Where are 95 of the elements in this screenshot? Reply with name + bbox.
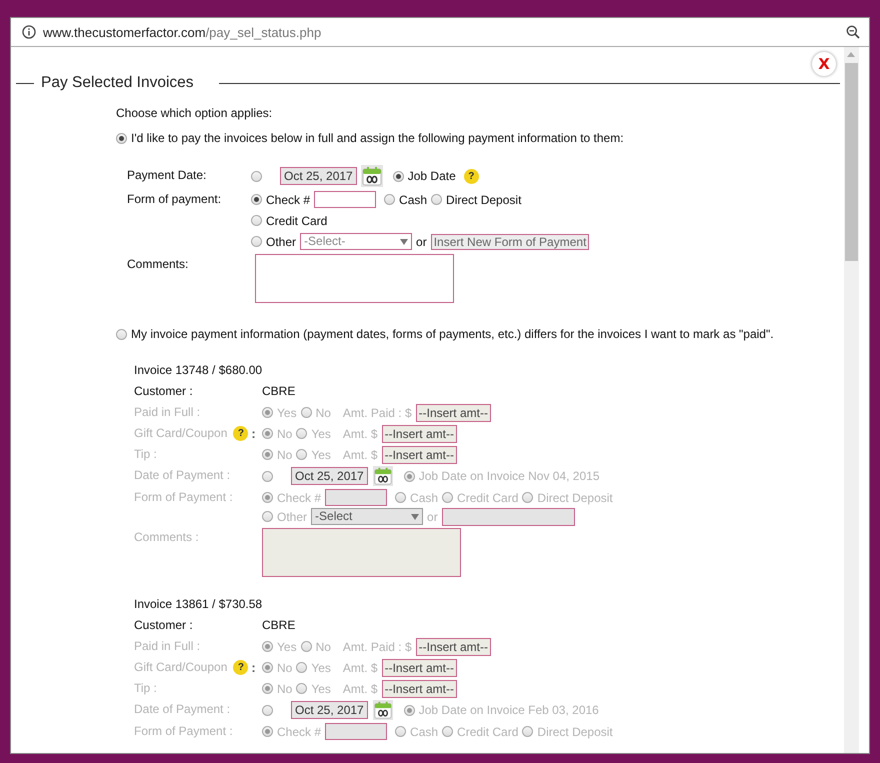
field-label: Customer : [134,383,194,400]
comments-field[interactable] [255,254,454,303]
option-label: Cash [410,724,438,738]
field-label: Customer : [134,617,194,634]
field-label: Paid in Full : [134,638,200,655]
new-payment-field[interactable]: Insert New Form of Payment [430,234,590,250]
comments-field[interactable] [262,528,461,577]
amount-label: Amt. $ [342,426,378,440]
option-label: Job Date [408,169,456,183]
calendar-icon[interactable] [360,165,383,187]
new-payment-field[interactable] [442,508,575,526]
option-label: Direct Deposit [537,724,613,738]
amount-label: Amt. $ [342,660,378,674]
check-number-field[interactable] [314,191,376,208]
field-label: Paid in Full : [134,404,200,421]
colon-text: : [251,425,256,443]
field-label: Comments: [127,256,190,273]
field-label: Payment Date: [127,167,208,184]
radio-button[interactable] [251,215,262,226]
calendar-icon[interactable] [372,700,394,720]
check-number-field[interactable] [325,489,388,506]
zoom-icon[interactable] [846,25,860,39]
option-label: Direct Deposit [446,192,522,206]
option-label: Credit Card [457,490,518,504]
field-label: Form of payment: [127,191,222,208]
option-label: Check # [277,724,322,738]
or-text: or [427,510,438,524]
option-label: Direct Deposit [537,490,613,504]
option-label: Yes [311,660,331,674]
radio-button[interactable] [251,194,262,205]
radio-button[interactable] [251,236,262,247]
field-label: Comments : [134,529,200,546]
option-label: Yes [277,640,297,654]
option-label: Yes [277,406,297,420]
option-label: No [316,640,331,654]
option-label: Credit Card [266,214,328,228]
caret-icon [400,238,408,244]
option-label: Yes [311,682,331,696]
amount-label: Amt. Paid : $ [342,640,412,654]
invoice-title: Invoice 13748 / $680.00 [134,363,264,377]
date-field[interactable]: Oct 25, 2017 [280,167,357,185]
option-label: Job Date on Invoice Feb 03, 2016 [418,703,599,717]
info-icon[interactable] [22,25,36,39]
scrollbar-thumb[interactable] [845,63,858,261]
option-label: Yes [311,426,331,440]
option-label: No [277,660,292,674]
prompt-text: Choose which option applies: [116,106,274,120]
field-label: Tip : [134,680,157,697]
scroll-up-icon[interactable] [847,52,855,57]
option-label: No [316,406,331,420]
option-label: Yes [311,448,331,462]
option-label: Check # [266,192,310,206]
colon-text: : [251,659,256,677]
option-label: Check # [277,490,322,504]
url-text: www.thecustomerfactor.com/pay_sel_status.php [43,24,322,40]
customer-name: CBRE [262,617,296,634]
payment-select[interactable]: -Select- [300,233,412,250]
dialog-title: Pay Selected Invoices [41,74,194,92]
field-label: Gift Card/Coupon [134,425,228,442]
option-label: Cash [399,192,428,206]
field-label: Form of Payment : [134,723,234,740]
option-label: Cash [410,490,438,504]
customer-name: CBRE [262,383,296,400]
radio-button[interactable] [384,194,396,205]
option-label: Other [266,234,296,248]
radio-button[interactable] [116,328,127,340]
address-bar[interactable]: www.thecustomerfactor.com/pay_sel_status.php [11,18,869,47]
option-label: No [277,682,292,696]
field-label: Gift Card/Coupon [134,659,228,676]
option-label: My invoice payment information (payment dates, forms of payments, etc.) differs for the invoices I want to mark as "paid". [131,327,774,341]
amount-label: Amt. $ [342,448,378,462]
radio-button[interactable] [251,170,262,182]
option-label: No [277,448,292,462]
amount-label: Amt. $ [342,682,378,696]
option-label: Credit Card [457,724,518,738]
field-label: Date of Payment : [134,467,232,484]
field-label: Tip : [134,446,157,463]
close-button[interactable]: X [812,52,836,76]
caret-icon [411,514,420,520]
radio-button[interactable] [431,194,442,205]
or-text: or [416,234,427,248]
field-label: Date of Payment : [134,701,232,718]
check-number-field[interactable] [325,723,388,740]
radio-button[interactable] [116,132,127,144]
option-label: Other [277,510,308,524]
option-label: No [277,426,292,440]
option-label: Job Date on Invoice Nov 04, 2015 [418,469,600,483]
invoice-title: Invoice 13861 / $730.58 [134,597,264,611]
amount-label: Amt. Paid : $ [342,406,412,420]
radio-button[interactable] [392,170,404,182]
option-label: I'd like to pay the invoices below in full and assign the following payment information to them: [131,131,624,145]
calendar-icon[interactable] [372,466,394,486]
scrollbar[interactable] [844,47,859,753]
help-icon[interactable]: ? [464,168,479,184]
field-label: Form of Payment : [134,489,234,506]
